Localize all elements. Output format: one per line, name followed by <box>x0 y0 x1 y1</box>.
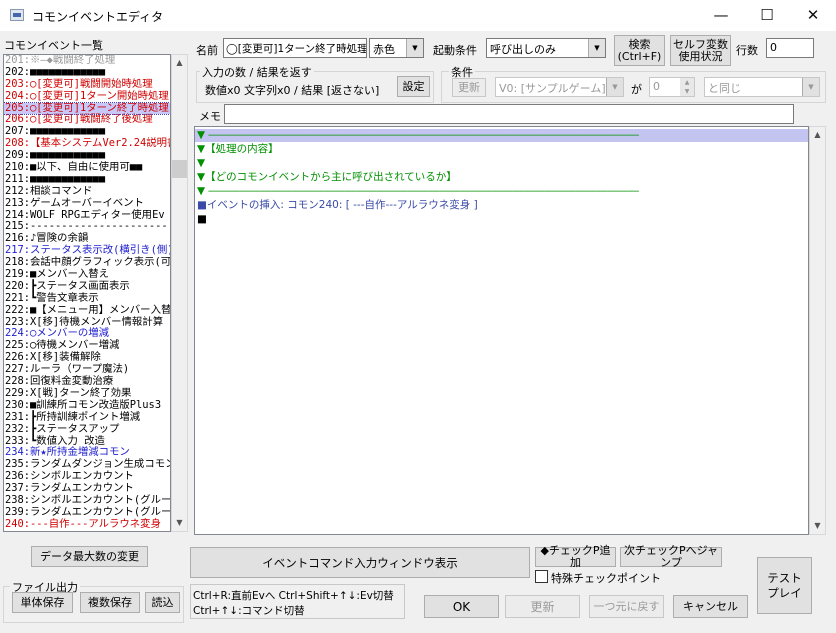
list-item[interactable]: 240:---自作---アルラウネ変身 <box>4 518 170 531</box>
load-button[interactable]: 読込 <box>145 592 180 613</box>
condition-ga-label: が <box>631 83 642 96</box>
single-save-button[interactable]: 単体保存 <box>12 592 73 613</box>
io-group-label: 入力の数 / 結果を返す <box>200 64 314 80</box>
update-button[interactable]: 更新 <box>505 595 580 618</box>
io-summary: 数値x0 文字列x0 / 結果 [返さない] <box>205 84 380 97</box>
condition-variable-select[interactable]: V0: [サンプルゲーム]コッ ▼ <box>495 77 624 97</box>
common-event-list[interactable]: 201:※―◆戦闘終了処理 202:■■■■■■■■■■■■ 203:◯[変更可]戦… <box>3 54 171 532</box>
undo-button[interactable]: 一つ元に戻す <box>589 595 664 618</box>
list-item[interactable]: 239:ランダムエンカウント(グルー <box>4 506 170 519</box>
search-button-line1: 検索 <box>628 37 651 51</box>
spinner-arrows-icon[interactable]: ▲ ▼ <box>680 78 694 96</box>
cancel-button[interactable]: キャンセル <box>673 595 748 618</box>
scroll-up-icon[interactable]: ▲ <box>172 55 187 71</box>
search-button[interactable]: 検索 (Ctrl+F) <box>614 35 665 66</box>
multi-save-button[interactable]: 複数保存 <box>80 592 140 613</box>
scroll-up-icon[interactable]: ▲ <box>810 127 825 143</box>
color-select-value: 赤色 <box>373 43 395 56</box>
command-line[interactable]: ▼ ――――――――――――――――――――――――――――――――――――――… <box>197 185 639 198</box>
checkpoint-add-button[interactable]: ◆チェックP追加 <box>535 545 616 569</box>
scroll-down-icon[interactable]: ▼ <box>172 515 187 531</box>
list-item[interactable]: 232:┣ステータスアップ <box>4 423 170 436</box>
help-line-1: Ctrl+R:直前Evへ Ctrl+Shift+↑↓:Ev切替 <box>193 590 394 602</box>
chevron-down-icon: ▼ <box>588 39 605 57</box>
data-max-button[interactable]: データ最大数の変更 <box>31 546 148 567</box>
event-command-editor[interactable]: ▼ ――――――――――――――――――――――――――――――――――――――… <box>194 126 809 535</box>
command-line[interactable]: ▼【処理の内容】 <box>197 143 279 156</box>
list-item[interactable]: 211:■■■■■■■■■■■■ <box>4 173 170 186</box>
list-item[interactable]: 212:相談コマンド <box>4 185 170 198</box>
list-item[interactable]: 221:┗警告文章表示 <box>4 292 170 305</box>
condition-operator-select[interactable]: と同じ ▼ <box>704 77 820 97</box>
maximize-button[interactable]: ☐ <box>744 0 790 31</box>
condition-number-spinner[interactable]: 0 ▲ ▼ <box>649 77 695 97</box>
condition-update-button[interactable]: 更新 <box>452 78 486 97</box>
list-item[interactable]: 203:◯[変更可]戦闘開始時処理 <box>4 78 170 91</box>
command-line[interactable]: ▼ <box>197 157 205 170</box>
memo-input[interactable] <box>224 104 794 124</box>
app-icon <box>10 9 24 21</box>
color-select[interactable]: 赤色 ▼ <box>369 38 424 58</box>
list-item[interactable]: 213:ゲームオーバーイベント <box>4 197 170 210</box>
self-variable-button-line1: セルフ変数 <box>673 37 728 51</box>
trigger-label: 起動条件 <box>433 44 477 57</box>
next-checkpoint-button[interactable]: 次チェックPへジャンプ <box>620 545 722 569</box>
editor-scrollbar[interactable]: ▲ ▼ <box>809 126 826 535</box>
test-play-line1: テスト <box>767 570 802 585</box>
command-line[interactable]: ▼【どのコモンイベントから主に呼び出されているか】 <box>197 171 457 184</box>
list-scrollbar[interactable]: ▲ ▼ <box>171 54 188 532</box>
search-button-line2: (Ctrl+F) <box>617 49 662 63</box>
list-header: コモンイベント一覧 <box>4 39 103 52</box>
ok-button[interactable]: OK <box>424 595 499 618</box>
self-variable-button[interactable]: セルフ変数 使用状況 <box>670 35 731 66</box>
condition-number-value: 0 <box>653 80 660 93</box>
minimize-button[interactable]: — <box>698 0 744 31</box>
list-item[interactable]: 204:◯[変更可]1ターン開始時処理 <box>4 90 170 103</box>
chevron-down-icon: ▼ <box>802 78 819 96</box>
command-line[interactable]: ▼ ――――――――――――――――――――――――――――――――――――――… <box>195 129 808 142</box>
special-checkpoint-label: 特殊チェックポイント <box>551 572 661 585</box>
list-item[interactable]: 231:┣所持訓練ポイント増減 <box>4 411 170 424</box>
name-input[interactable]: ◯[変更可]1ターン終了時処理 <box>223 38 367 58</box>
input-window-button[interactable]: イベントコマンド入力ウィンドウ表示 <box>190 547 530 578</box>
help-line-2: Ctrl+↑↓:コマンド切替 <box>193 605 305 617</box>
memo-label: メモ <box>199 110 221 123</box>
test-play-button[interactable]: テスト プレイ <box>757 557 812 614</box>
rows-input[interactable]: 0 <box>766 38 814 58</box>
name-label: 名前 <box>196 44 218 57</box>
rows-label: 行数 <box>736 44 758 57</box>
list-item[interactable]: 202:■■■■■■■■■■■■ <box>4 66 170 79</box>
trigger-select[interactable]: 呼び出しのみ ▼ <box>486 38 606 58</box>
chevron-down-icon: ▼ <box>606 78 623 96</box>
command-line[interactable]: ■ <box>197 213 207 226</box>
special-checkpoint-checkbox[interactable] <box>535 570 548 583</box>
close-button[interactable]: ✕ <box>790 0 836 31</box>
condition-operator-value: と同じ <box>708 82 741 95</box>
io-settings-button[interactable]: 設定 <box>397 76 430 97</box>
scroll-thumb[interactable] <box>172 160 187 178</box>
trigger-select-value: 呼び出しのみ <box>490 43 556 56</box>
list-item[interactable]: 230:■訓練所コモン改造版Plus3 <box>4 399 170 412</box>
command-line[interactable]: ■イベントの挿入: コモン240: [ ---自作---アルラウネ変身 ] <box>197 199 478 212</box>
window-title: コモンイベントエディタ <box>32 10 164 24</box>
self-variable-button-line2: 使用状況 <box>678 49 723 63</box>
chevron-down-icon: ▼ <box>406 39 423 57</box>
scroll-down-icon[interactable]: ▼ <box>810 518 825 534</box>
list-item[interactable]: 222:■【メニュー用】メンバー入替 <box>4 304 170 317</box>
test-play-line2: プレイ <box>767 585 802 600</box>
